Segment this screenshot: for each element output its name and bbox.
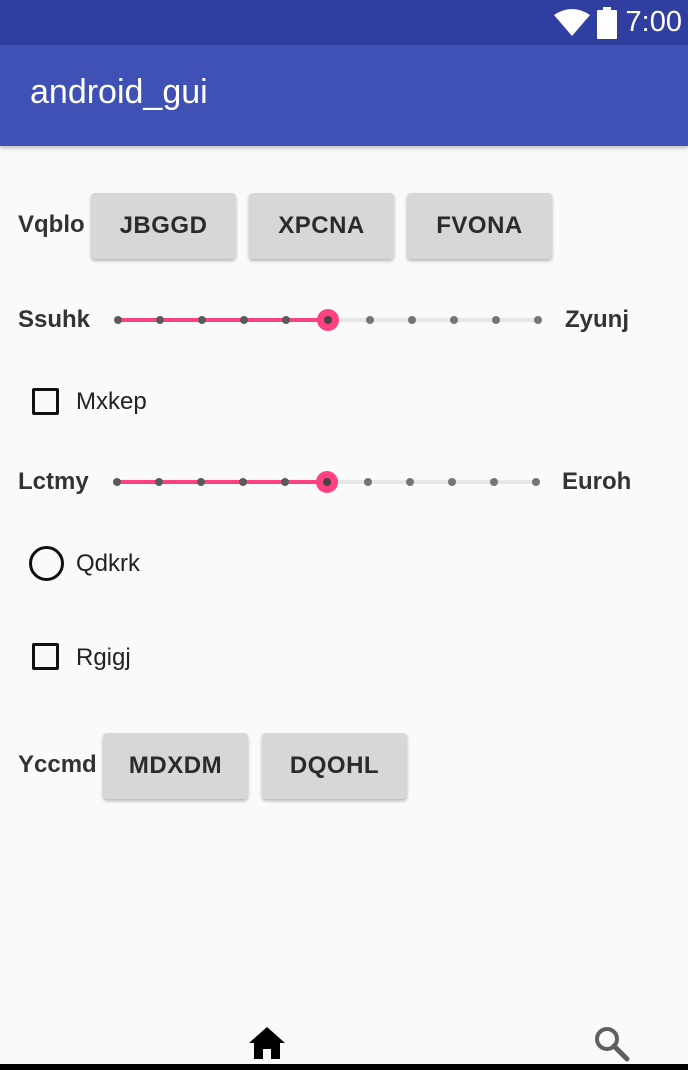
mxkep-checkbox[interactable] bbox=[32, 388, 59, 415]
battery-icon bbox=[596, 6, 617, 39]
rgigj-checkbox[interactable] bbox=[32, 643, 59, 670]
mdxdm-button[interactable]: MDXDM bbox=[103, 733, 248, 799]
lctmy-slider-tick bbox=[196, 478, 205, 486]
wifi-icon bbox=[553, 8, 590, 36]
lctmy-slider-tick bbox=[490, 478, 499, 486]
ssuhk-slider-track-fill bbox=[118, 318, 328, 322]
lctmy-slider-tick bbox=[448, 478, 457, 486]
ssuhk-slider-tick bbox=[282, 316, 290, 324]
ssuhk-slider-tick bbox=[408, 316, 416, 324]
lctmy-slider-thumb[interactable] bbox=[315, 471, 338, 493]
mxkep-label: Mxkep bbox=[76, 388, 147, 415]
system-nav-bar bbox=[0, 1064, 688, 1070]
app-bar: android_gui bbox=[0, 45, 688, 146]
lctmy-slider[interactable] bbox=[113, 467, 540, 497]
lctmy-slider-track-fill bbox=[117, 480, 327, 484]
lctmy-slider-tick bbox=[280, 478, 289, 486]
home-icon[interactable] bbox=[248, 1026, 286, 1060]
ssuhk-slider-tick bbox=[366, 316, 374, 324]
lctmy-slider-tick bbox=[238, 478, 247, 486]
slider1-right-label: Zyunj bbox=[565, 306, 629, 333]
fvona-button[interactable]: FVONA bbox=[407, 193, 552, 259]
lctmy-slider-tick bbox=[113, 478, 121, 486]
status-bar: 7:00 bbox=[0, 0, 688, 45]
qdkrk-label: Qdkrk bbox=[76, 550, 141, 577]
slider2-right-label: Euroh bbox=[562, 468, 632, 495]
slider1-left-label: Ssuhk bbox=[18, 306, 91, 333]
slider2-left-label: Lctmy bbox=[18, 468, 89, 495]
status-icons: 7:00 bbox=[553, 0, 682, 45]
row-label-vqblo: Vqblo bbox=[18, 211, 85, 238]
ssuhk-slider-tick bbox=[450, 316, 458, 324]
ssuhk-slider-tick bbox=[156, 316, 164, 324]
qdkrk-radio[interactable] bbox=[29, 546, 64, 581]
ssuhk-slider-thumb[interactable] bbox=[317, 309, 339, 331]
lctmy-slider-tick bbox=[532, 478, 540, 486]
lctmy-slider-tick bbox=[364, 478, 373, 486]
dqohl-button[interactable]: DQOHL bbox=[262, 733, 407, 799]
ssuhk-slider-tick bbox=[198, 316, 206, 324]
lctmy-slider-tick bbox=[154, 478, 163, 486]
status-time: 7:00 bbox=[625, 6, 682, 38]
ssuhk-slider-tick bbox=[114, 316, 122, 324]
ssuhk-slider-tick bbox=[492, 316, 500, 324]
app-title: android_gui bbox=[30, 73, 208, 111]
search-icon[interactable] bbox=[594, 1026, 630, 1062]
ssuhk-slider-tick bbox=[534, 316, 542, 324]
jbggd-button[interactable]: JBGGD bbox=[91, 193, 236, 259]
lctmy-slider-tick bbox=[406, 478, 415, 486]
xpcna-button[interactable]: XPCNA bbox=[249, 193, 394, 259]
ssuhk-slider[interactable] bbox=[114, 305, 542, 335]
rgigj-label: Rgigj bbox=[76, 644, 131, 671]
ssuhk-slider-tick bbox=[240, 316, 248, 324]
row-label-yccmd: Yccmd bbox=[18, 751, 97, 778]
